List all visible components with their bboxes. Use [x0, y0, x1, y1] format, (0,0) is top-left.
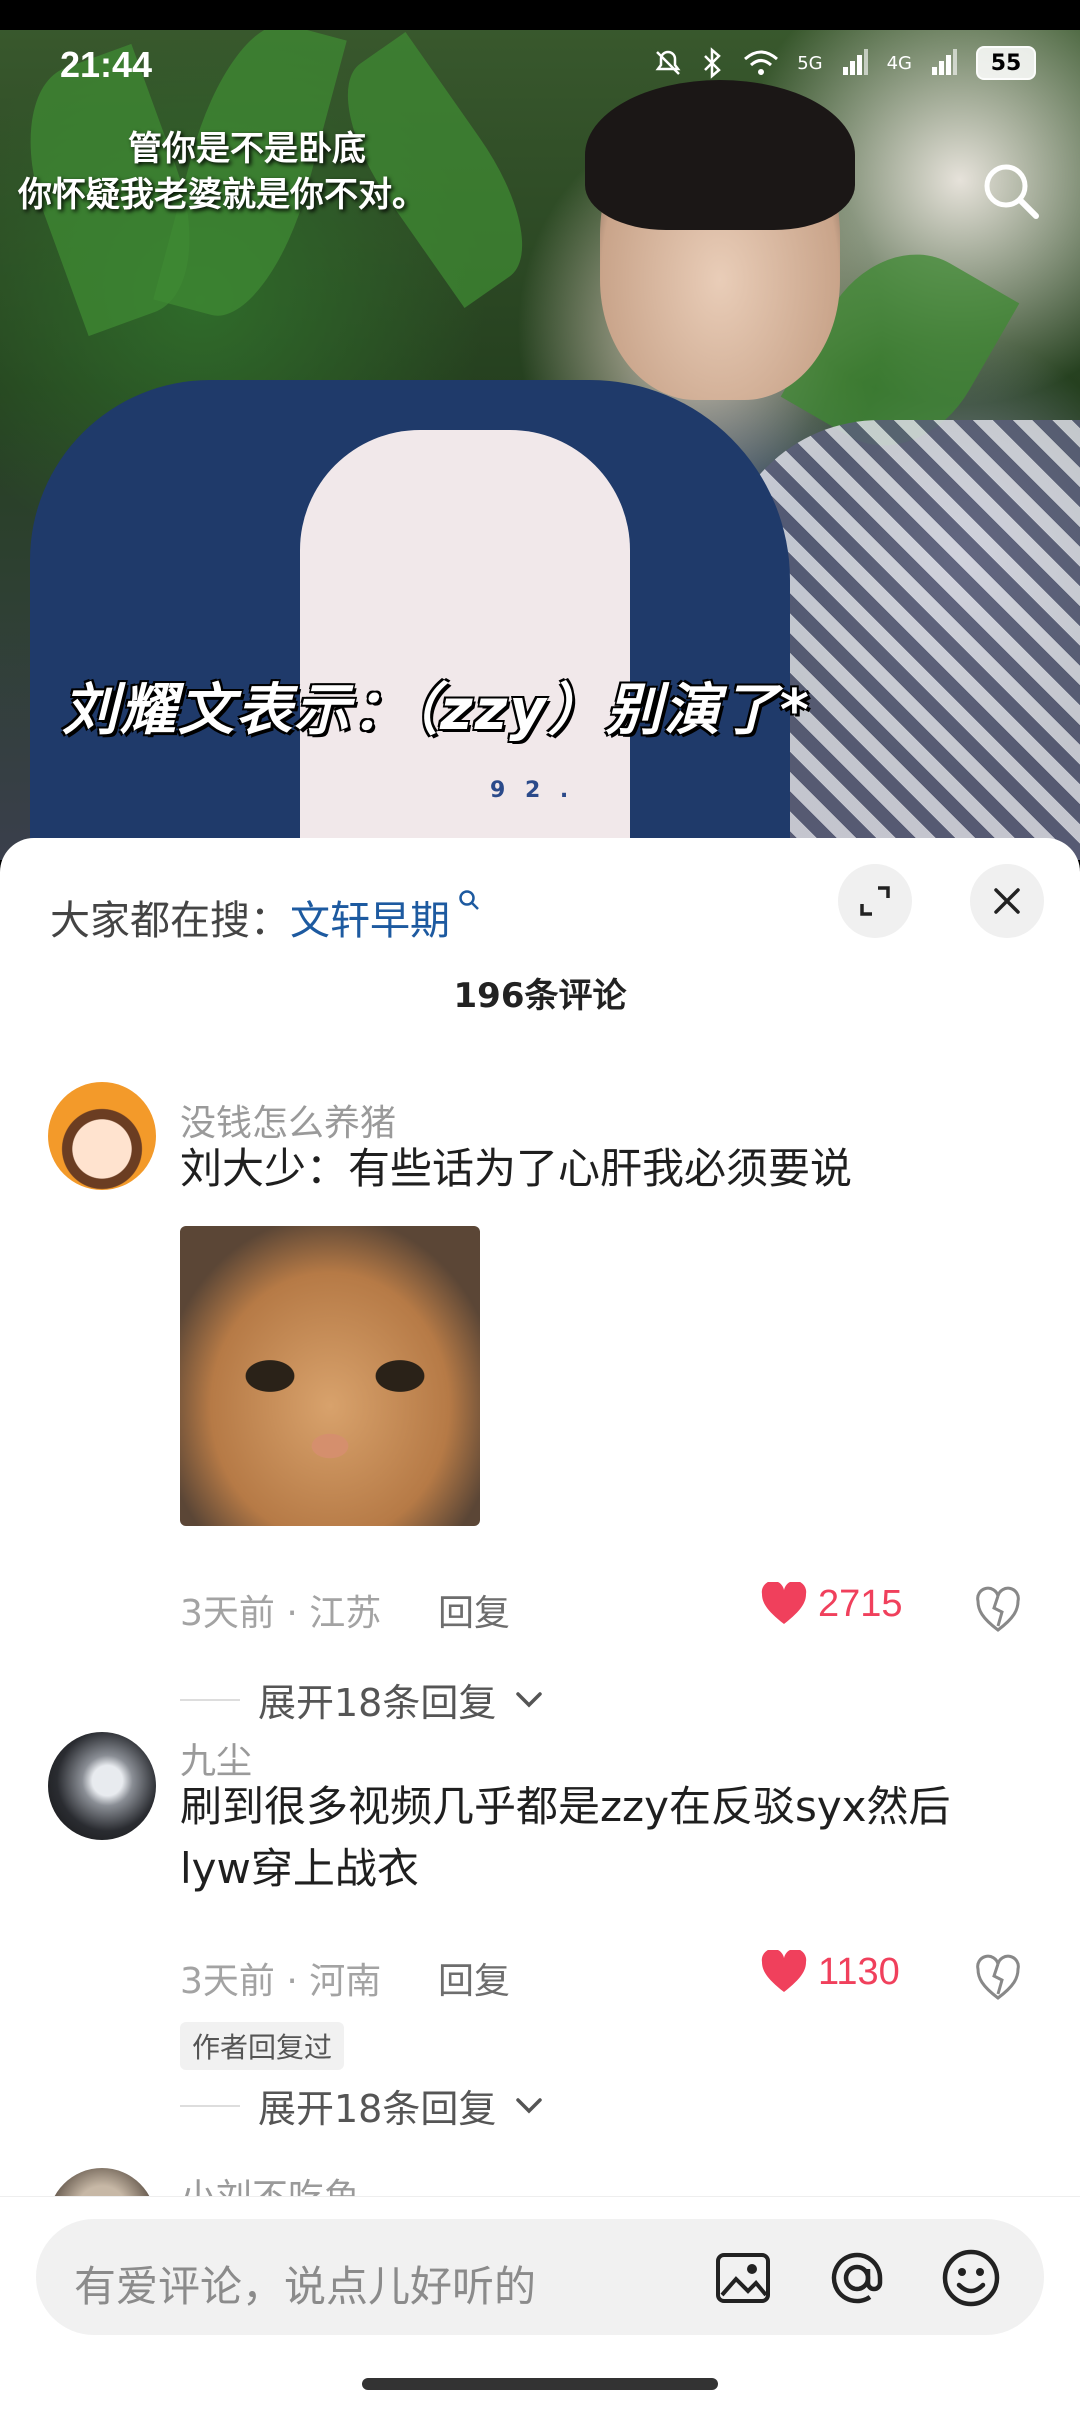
status-bar-top [0, 0, 1080, 30]
suggestion-prefix: 大家都在搜： [50, 898, 290, 944]
avatar[interactable] [48, 1732, 156, 1840]
network-4g-label: 4G [886, 52, 912, 74]
mute-icon [655, 50, 681, 75]
expand-replies-label: 展开18条回复 [258, 2087, 497, 2131]
comment-input-placeholder: 有爱评论，说点儿好听的 [74, 2262, 537, 2311]
video-caption-line2: 你怀疑我老婆就是你不对。 [18, 175, 426, 215]
comment-input[interactable]: 有爱评论，说点儿好听的 [36, 2219, 1044, 2335]
search-suggestion[interactable]: 大家都在搜：文轩早期 [50, 888, 480, 946]
person-shirt [300, 430, 630, 860]
person-hair [585, 80, 855, 230]
expand-replies-label: 展开18条回复 [258, 1681, 497, 1725]
reply-button[interactable]: 回复 [438, 1584, 510, 1636]
expand-replies[interactable]: 展开18条回复 [180, 1672, 544, 1727]
video-caption-main: 刘耀文表示：（zzy）别演了* [62, 678, 811, 743]
image-icon[interactable] [712, 2247, 774, 2309]
video-caption-line1: 管你是不是卧底 [128, 129, 366, 169]
expand-button[interactable] [838, 864, 912, 938]
signal-icon [932, 49, 957, 75]
expand-replies[interactable]: 展开18条回复 [180, 2078, 544, 2133]
comment-image[interactable] [180, 1226, 480, 1526]
video-caption-top: 管你是不是卧底 你怀疑我老婆就是你不对。 [18, 126, 426, 218]
comment-meta: 3天前 · 江苏 [180, 1593, 382, 1634]
video-player[interactable]: 21:44 5G 4G 55 管你是不是卧底 你怀疑我老婆就是你不对。 刘耀文表… [0, 0, 1080, 860]
bluetooth-icon [704, 47, 722, 79]
wifi-icon [744, 50, 779, 75]
dislike-icon[interactable] [974, 1954, 1022, 2002]
search-icon[interactable] [980, 160, 1040, 220]
chevron-down-icon [516, 2097, 543, 2113]
heart-icon [761, 1950, 807, 1992]
like-count: 2715 [818, 1582, 903, 1625]
status-icons: 5G 4G 55 [653, 46, 1036, 80]
comment-text: 刘大少：有些话为了心肝我必须要说 [180, 1144, 853, 1193]
emoji-icon[interactable] [940, 2247, 1002, 2309]
close-button[interactable] [970, 864, 1044, 938]
comment-count-title: 196条评论 [453, 976, 627, 1016]
reply-button[interactable]: 回复 [438, 1952, 510, 2004]
expand-icon [860, 886, 890, 916]
status-time: 21:44 [60, 44, 153, 85]
at-icon[interactable] [826, 2247, 888, 2309]
like-button[interactable]: 1130 [760, 1950, 900, 1994]
dislike-icon[interactable] [974, 1586, 1022, 1634]
heart-icon [761, 1582, 807, 1624]
signal-icon [842, 49, 868, 75]
divider [180, 2104, 240, 2107]
comment-sheet: 大家都在搜：文轩早期 196条评论 没钱怎么养猪 刘大少：有些话为了心肝我必须要… [0, 838, 1080, 2412]
search-small-icon [450, 888, 480, 918]
chevron-down-icon [516, 1691, 543, 1707]
battery-indicator: 55 [976, 46, 1036, 80]
suggestion-term[interactable]: 文轩早期 [290, 898, 450, 944]
comment-text: 刷到很多视频几乎都是zzy在反驳syx然后lyw穿上战衣 [180, 1782, 951, 1893]
video-watermark: 9 2 . [490, 778, 575, 803]
close-icon [994, 888, 1020, 914]
comment-meta: 3天前 · 河南 [180, 1961, 382, 2002]
divider [180, 1698, 240, 1701]
like-count: 1130 [818, 1950, 900, 1993]
network-5g-label: 5G [797, 52, 823, 74]
home-indicator[interactable] [362, 2378, 718, 2390]
avatar[interactable] [48, 1082, 156, 1190]
author-replied-badge: 作者回复过 [180, 2022, 345, 2070]
like-button[interactable]: 2715 [760, 1582, 903, 1626]
